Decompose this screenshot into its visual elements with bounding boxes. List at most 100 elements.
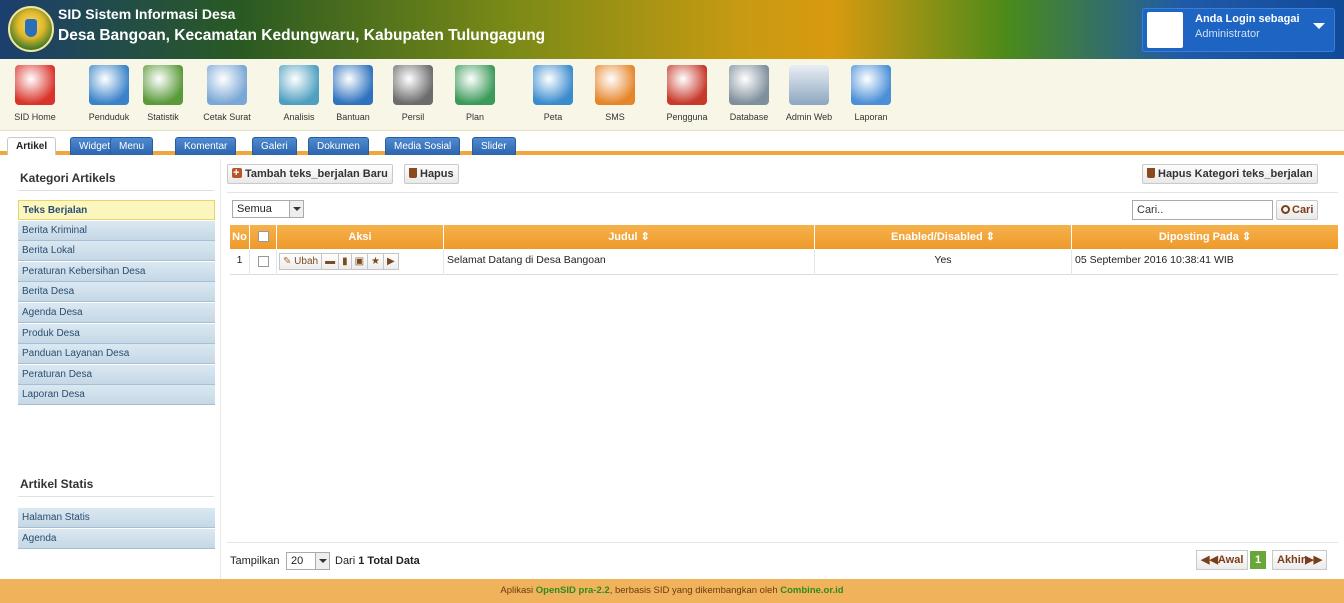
sidebar-item-category[interactable]: Produk Desa bbox=[18, 323, 215, 344]
sidebar-item-category[interactable]: Laporan Desa bbox=[18, 385, 215, 406]
toolbar-item[interactable]: Persil bbox=[390, 63, 436, 127]
sidebar-item-category[interactable]: Panduan Layanan Desa bbox=[18, 344, 215, 365]
edit-button[interactable]: ✎ Ubah bbox=[279, 253, 323, 270]
table-row: 1 ✎ Ubah ▬ ▮ ▣ ★ ▶ Selamat Datang di Desa Ban… bbox=[230, 250, 1338, 275]
col-enabled[interactable]: Enabled/Disabled ⇕ bbox=[815, 225, 1072, 249]
tab-slider[interactable]: Slider bbox=[472, 137, 516, 155]
folder-icon: ▬ bbox=[325, 256, 336, 267]
cell-enabled: Yes bbox=[815, 250, 1072, 275]
cell-judul[interactable]: Selamat Datang di Desa Bangoan bbox=[444, 250, 815, 275]
plan-icon bbox=[455, 65, 495, 105]
star-icon: ★ bbox=[371, 256, 381, 267]
tab-menu[interactable]: Menu bbox=[110, 137, 154, 155]
pager-first-button[interactable]: ◀◀Awal bbox=[1196, 550, 1249, 570]
sidebar-item-category[interactable]: Agenda Desa bbox=[18, 303, 215, 323]
village-title: Desa Bangoan, Kecamatan Kedungwaru, Kabu… bbox=[58, 27, 546, 44]
search-button[interactable]: Cari bbox=[1276, 200, 1319, 220]
toolbar-item[interactable]: Analisis bbox=[276, 63, 322, 127]
divider bbox=[18, 496, 214, 497]
module-toolbar: SID Home Penduduk Statistik Cetak Surat Anal… bbox=[0, 59, 1344, 131]
sidebar-item-static[interactable]: Halaman Statis bbox=[18, 508, 215, 528]
col-aksi: Aksi bbox=[277, 225, 444, 249]
last-page-icon: ▶▶ bbox=[1305, 554, 1323, 566]
tab-bar: Artikel Widget Menu Komentar Galeri Dokumen Me… bbox=[0, 131, 1344, 155]
page-size-bar: Tampilkan bbox=[230, 555, 280, 567]
toolbar-item[interactable]: SMS bbox=[592, 63, 638, 127]
app-header: SID Sistem Informasi Desa Desa Bangoan, … bbox=[0, 0, 1344, 59]
unlock-icon: ▣ bbox=[354, 256, 365, 267]
delete-category-button[interactable]: Hapus Kategori teks_berjalan bbox=[1142, 164, 1318, 184]
sidebar-item-static[interactable]: Agenda bbox=[18, 528, 215, 549]
footer-app-name: OpenSID pra-2.2 bbox=[535, 585, 610, 596]
toolbar-item[interactable]: Statistik bbox=[140, 63, 186, 127]
plus-icon bbox=[232, 164, 242, 182]
filter-select[interactable]: Semua bbox=[232, 200, 304, 218]
col-posted[interactable]: Diposting Pada ⇕ bbox=[1072, 225, 1338, 249]
sidebar-item-category[interactable]: Berita Desa bbox=[18, 282, 215, 303]
col-no[interactable]: No bbox=[230, 225, 250, 249]
tab-komentar[interactable]: Komentar bbox=[175, 137, 237, 155]
toolbar-item[interactable]: Penduduk bbox=[86, 63, 132, 127]
toolbar-item[interactable]: Plan bbox=[452, 63, 498, 127]
toolbar-item[interactable]: Admin Web bbox=[786, 63, 832, 127]
search-input[interactable]: Cari.. bbox=[1132, 200, 1273, 220]
col-judul[interactable]: Judul ⇕ bbox=[444, 225, 815, 249]
total-info: Dari 1 Total Data bbox=[335, 555, 420, 567]
chart-icon bbox=[143, 65, 183, 105]
toolbar-item[interactable]: Bantuan bbox=[330, 63, 376, 127]
avatar bbox=[1147, 12, 1183, 48]
toolbar-item[interactable]: Peta bbox=[530, 63, 576, 127]
toolbar-item[interactable]: Cetak Surat bbox=[203, 63, 251, 127]
toolbar-item[interactable]: Database bbox=[726, 63, 772, 127]
unlock-button[interactable]: ▣ bbox=[350, 253, 369, 270]
tab-artikel[interactable]: Artikel bbox=[7, 137, 57, 155]
login-role: Administrator bbox=[1195, 28, 1260, 40]
logo bbox=[8, 6, 54, 52]
login-label: Anda Login sebagai bbox=[1195, 13, 1300, 25]
divider bbox=[227, 192, 1338, 193]
toolbar-item[interactable]: Pengguna bbox=[664, 63, 710, 127]
sidebar-heading-static: Artikel Statis bbox=[20, 477, 94, 491]
tab-dokumen[interactable]: Dokumen bbox=[308, 137, 369, 155]
footer: Aplikasi OpenSID pra-2.2, berbasis SID y… bbox=[0, 579, 1344, 603]
app-title: SID Sistem Informasi Desa bbox=[58, 6, 236, 22]
user-menu[interactable]: Anda Login sebagai Administrator bbox=[1142, 8, 1335, 52]
toolbar-item[interactable]: Laporan bbox=[848, 63, 894, 127]
delete-button[interactable]: Hapus bbox=[404, 164, 459, 184]
add-button[interactable]: Tambah teks_berjalan Baru bbox=[227, 164, 393, 184]
book-icon bbox=[333, 65, 373, 105]
map-fold-icon bbox=[393, 65, 433, 105]
page-size-select[interactable]: 20 bbox=[286, 552, 330, 570]
toolbar-item[interactable]: SID Home bbox=[12, 63, 58, 127]
delete-row-button[interactable]: ▮ bbox=[338, 253, 352, 270]
select-all-checkbox[interactable] bbox=[258, 231, 269, 242]
sidebar-item-category[interactable]: Berita Kriminal bbox=[18, 220, 215, 241]
caret-down-icon bbox=[1313, 23, 1325, 29]
sms-icon bbox=[595, 65, 635, 105]
binder-icon bbox=[279, 65, 319, 105]
folder-button[interactable]: ▬ bbox=[321, 253, 340, 270]
sidebar-item-category[interactable]: Berita Lokal bbox=[18, 241, 215, 262]
search-icon bbox=[1281, 205, 1290, 214]
main-content: Tambah teks_berjalan Baru Hapus Hapus Ka… bbox=[221, 159, 1344, 579]
sidebar-item-category[interactable]: Peraturan Desa bbox=[18, 364, 215, 385]
play-icon: ▶ bbox=[387, 256, 395, 267]
tab-media-sosial[interactable]: Media Sosial bbox=[385, 137, 461, 155]
first-page-icon: ◀◀ bbox=[1201, 554, 1218, 566]
play-button[interactable]: ▶ bbox=[383, 253, 399, 270]
pager-last-button[interactable]: Akhir▶▶ bbox=[1272, 550, 1328, 570]
pager-current[interactable]: 1 bbox=[1250, 551, 1266, 569]
row-checkbox[interactable] bbox=[258, 256, 269, 267]
sidebar-heading-categories: Kategori Artikels bbox=[20, 171, 116, 185]
trash-icon: ▮ bbox=[342, 256, 348, 267]
star-button[interactable]: ★ bbox=[367, 253, 385, 270]
sidebar-item-category[interactable]: Teks Berjalan bbox=[18, 200, 215, 220]
tab-galeri[interactable]: Galeri bbox=[252, 137, 297, 155]
footer-org-link[interactable]: Combine.or.id bbox=[780, 585, 843, 596]
divider bbox=[18, 190, 214, 191]
trash-icon bbox=[409, 168, 417, 178]
edit-icon: ✎ bbox=[283, 256, 292, 267]
chevron-down-icon bbox=[289, 201, 303, 217]
cell-actions: ✎ Ubah ▬ ▮ ▣ ★ ▶ bbox=[277, 250, 444, 275]
sidebar-item-category[interactable]: Peraturan Kebersihan Desa bbox=[18, 261, 215, 282]
